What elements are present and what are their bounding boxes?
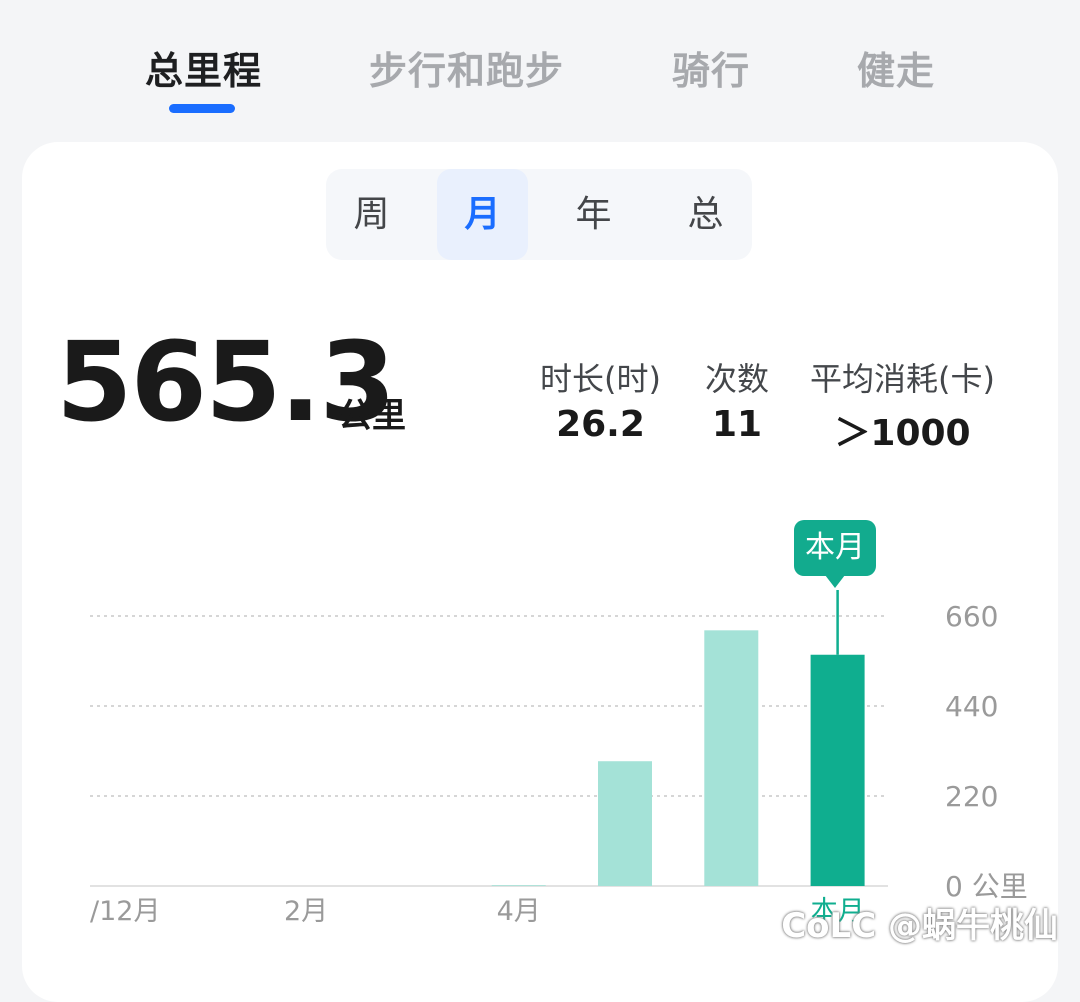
monthly-distance-chart: 0 公里220440660/12月 2月 4月 本月	[90, 590, 1028, 927]
bar-本月[interactable]	[810, 654, 865, 886]
y-tick-label-440: 440	[945, 690, 998, 723]
current-month-tooltip: 本月	[794, 520, 876, 588]
watermark: CoLC @蜗牛桃仙	[781, 906, 1058, 946]
x-tick-label-2月: 2月	[284, 896, 328, 927]
y-tick-label-220: 220	[945, 780, 998, 813]
x-tick-label-4月: 4月	[497, 896, 541, 927]
x-tick-label-/12月: /12月	[90, 896, 160, 927]
bar-4月[interactable]	[491, 885, 546, 886]
y-tick-label-660: 660	[945, 600, 998, 633]
bar-6月[interactable]	[704, 630, 759, 886]
bar-5月[interactable]	[598, 761, 652, 886]
